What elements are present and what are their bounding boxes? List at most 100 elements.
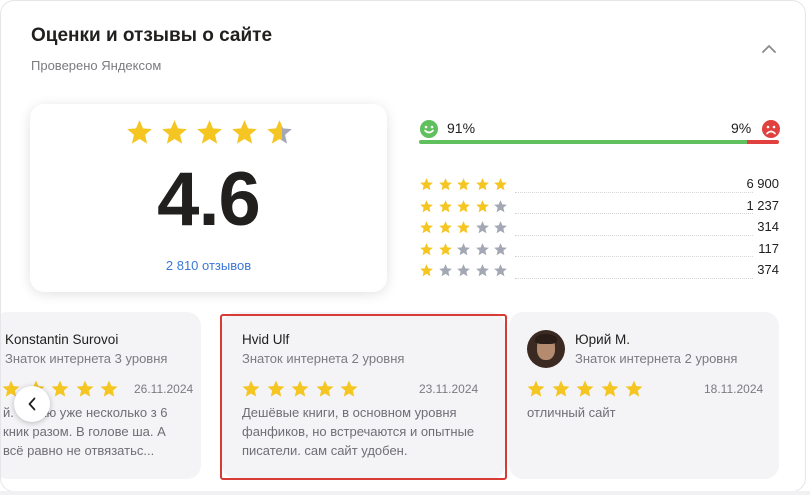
review-stars (526, 379, 644, 399)
avatar-hair (535, 334, 557, 344)
dotted-leader (515, 191, 753, 193)
distribution-count: 1 237 (746, 197, 779, 213)
star-icon (267, 380, 284, 397)
star-icon (457, 199, 470, 212)
chevron-up-icon (762, 45, 776, 53)
review-date: 18.11.2024 (704, 382, 764, 396)
review-author-level: Знаток интернета 3 уровня (5, 351, 168, 366)
review-author-level: Знаток интернета 2 уровня (242, 351, 405, 366)
average-score: 4.6 (157, 157, 261, 242)
negative-fill (746, 140, 779, 144)
star-icon (457, 221, 470, 234)
star-icon (457, 178, 470, 191)
positive-fill (419, 140, 747, 144)
star-icon (552, 380, 569, 397)
overall-stars (125, 118, 294, 147)
chevron-left-icon (28, 397, 36, 411)
rating-distribution: 6 900 1 237 314 117 374 (419, 174, 779, 282)
star-icon (475, 221, 489, 234)
positive-percent: 91% (447, 120, 476, 136)
star-icon (438, 242, 452, 255)
dotted-leader (515, 213, 753, 214)
star-icon (438, 199, 452, 212)
star-icon (100, 380, 118, 397)
dotted-leader (515, 234, 753, 236)
sad-face-icon (762, 120, 780, 138)
star-icon (457, 242, 470, 255)
distribution-stars (419, 199, 511, 214)
distribution-stars (419, 177, 511, 192)
star-icon (494, 242, 507, 255)
review-card[interactable]: Юрий М. Знаток интернета 2 уровня 18.11.… (509, 312, 779, 479)
star-icon (420, 199, 433, 212)
review-card[interactable]: Hvid Ulf Знаток интернета 2 уровня 23.11… (222, 312, 505, 479)
star-icon (475, 264, 489, 277)
distribution-row: 6 900 (419, 174, 779, 196)
distribution-row: 117 (419, 239, 779, 261)
review-date: 23.11.2024 (419, 382, 479, 396)
distribution-count: 374 (757, 262, 779, 277)
star-icon (340, 380, 358, 397)
distribution-stars (419, 220, 511, 235)
dotted-leader (515, 277, 753, 279)
sentiment-progress (419, 140, 779, 144)
star-icon (197, 120, 222, 144)
review-stars (241, 379, 359, 399)
star-icon (51, 380, 69, 397)
distribution-count: 314 (757, 219, 779, 234)
review-author: Konstantin Surovoi (5, 332, 119, 347)
review-text: отличный сайт (527, 405, 616, 420)
star-icon (232, 120, 257, 144)
star-icon (420, 242, 433, 255)
star-icon (576, 380, 594, 397)
avatar (527, 330, 565, 368)
ratings-panel: Оценки и отзывы о сайте Проверено Яндекс… (0, 0, 806, 492)
star-icon (127, 120, 152, 144)
smile-icon (420, 120, 438, 138)
distribution-count: 6 900 (746, 176, 779, 191)
star-icon (242, 380, 260, 397)
sentiment-bar: 91% 9% (419, 119, 780, 145)
star-icon (475, 178, 489, 191)
distribution-count: 117 (758, 240, 779, 256)
star-icon (494, 221, 507, 234)
distribution-row: 314 (419, 217, 779, 239)
star-icon (457, 264, 470, 277)
star-icon (162, 120, 187, 144)
star-icon (420, 221, 433, 234)
star-icon (601, 380, 618, 397)
distribution-stars (419, 242, 511, 257)
star-icon (475, 242, 489, 255)
verified-subtitle: Проверено Яндексом (31, 58, 162, 73)
review-date: 26.11.2024 (134, 382, 194, 396)
star-icon (291, 380, 309, 397)
bottom-divider (0, 491, 810, 495)
distribution-stars (419, 263, 511, 278)
distribution-row: 1 237 (419, 196, 779, 218)
review-text: Дешёвые книги, в основном уровня фанфико… (242, 405, 475, 458)
page-title: Оценки и отзывы о сайте (31, 25, 273, 46)
star-icon (494, 199, 507, 212)
star-icon (267, 120, 292, 144)
distribution-row: 374 (419, 260, 779, 282)
collapse-button[interactable] (757, 37, 781, 61)
star-icon (420, 178, 433, 191)
review-author: Hvid Ulf (242, 332, 290, 347)
star-icon (438, 178, 452, 191)
star-icon (494, 264, 507, 277)
negative-percent: 9% (731, 120, 752, 136)
star-icon (420, 264, 433, 277)
review-author-level: Знаток интернета 2 уровня (575, 351, 738, 366)
star-icon (494, 178, 507, 191)
rating-summary-card: 4.6 2 810 отзывов (30, 104, 387, 292)
star-icon (625, 380, 643, 397)
star-icon (76, 380, 93, 397)
star-icon (475, 199, 489, 212)
star-icon (527, 380, 545, 397)
previous-review-button[interactable] (14, 386, 50, 422)
reviews-count-link[interactable]: 2 810 отзывов (30, 258, 387, 273)
star-icon (316, 380, 333, 397)
star-icon (438, 221, 452, 234)
review-author: Юрий М. (575, 332, 630, 347)
star-icon (438, 264, 452, 277)
